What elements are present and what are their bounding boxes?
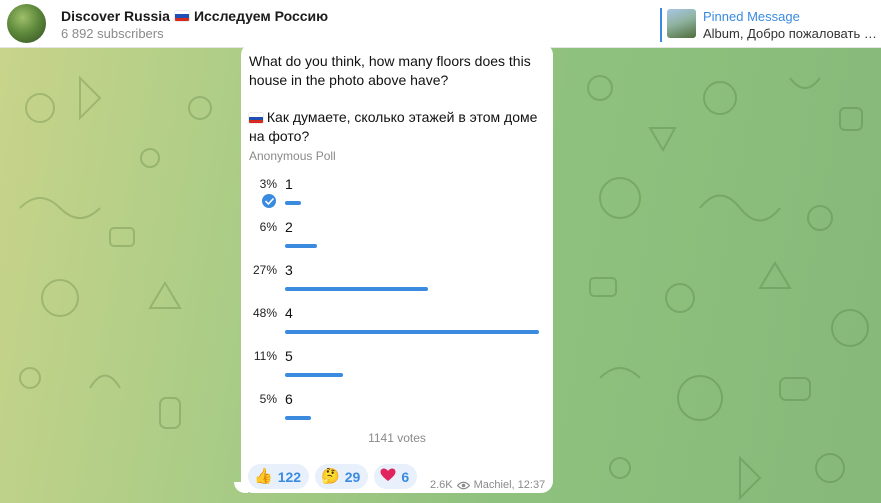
poll-option-bar bbox=[285, 330, 539, 334]
russia-flag-icon bbox=[249, 113, 263, 124]
poll-message-bubble: What do you think, how many floors does … bbox=[241, 43, 553, 493]
poll-option-bar bbox=[285, 373, 343, 377]
poll-option-percent: 11% bbox=[253, 349, 277, 363]
poll-option-bar bbox=[285, 244, 317, 248]
view-count: 2.6K bbox=[430, 479, 453, 491]
poll-question-ru-text: Как думаете, сколько этажей в этом доме … bbox=[249, 109, 538, 144]
eye-icon bbox=[456, 481, 470, 489]
selected-check-icon bbox=[262, 194, 276, 208]
channel-title-en: Discover Russia bbox=[61, 8, 170, 24]
poll-option-percent: 3% bbox=[259, 177, 277, 191]
thinking-face-icon: 🤔 bbox=[321, 467, 340, 485]
poll-option[interactable]: 6% 2 bbox=[241, 219, 553, 260]
poll-option[interactable]: 27% 3 bbox=[241, 262, 553, 303]
pinned-preview-text: Album, Добро пожаловать в ... bbox=[703, 26, 881, 41]
poll-option[interactable]: 11% 5 bbox=[241, 348, 553, 389]
poll-option-label: 5 bbox=[285, 348, 293, 364]
vote-count[interactable]: 1141 votes bbox=[241, 431, 553, 445]
reaction-count: 29 bbox=[344, 468, 361, 485]
poll-option-bar bbox=[285, 287, 428, 291]
reaction-heart[interactable]: 6 bbox=[374, 464, 418, 489]
message-signature: Machiel, 12:37 bbox=[473, 479, 546, 491]
poll-option-bar bbox=[285, 416, 311, 420]
reactions-row: 👍 122 🤔 29 6 bbox=[248, 464, 418, 489]
poll-option-label: 3 bbox=[285, 262, 293, 278]
poll-type-label: Anonymous Poll bbox=[249, 149, 336, 163]
poll-option-percent: 5% bbox=[259, 392, 277, 406]
pinned-message-bar[interactable]: Pinned Message Album, Добро пожаловать в… bbox=[660, 8, 881, 42]
channel-title-ru: Исследуем Россию bbox=[193, 8, 329, 24]
poll-question-ru: Как думаете, сколько этажей в этом доме … bbox=[249, 108, 549, 146]
russia-flag-icon bbox=[174, 11, 189, 21]
poll-option[interactable]: 3% 1 bbox=[241, 176, 553, 217]
reaction-count: 6 bbox=[401, 468, 410, 485]
reaction-count: 122 bbox=[277, 468, 302, 485]
poll-option[interactable]: 48% 4 bbox=[241, 305, 553, 346]
poll-option-label: 2 bbox=[285, 219, 293, 235]
reaction-thumbs-up[interactable]: 👍 122 bbox=[248, 464, 310, 489]
poll-option[interactable]: 5% 6 bbox=[241, 391, 553, 432]
thumbs-up-icon: 👍 bbox=[254, 467, 273, 485]
poll-option-percent: 27% bbox=[252, 263, 277, 277]
chat-header: Discover Russia Исследуем Россию 6 892 s… bbox=[0, 0, 881, 48]
poll-option-bar bbox=[285, 201, 301, 205]
pinned-thumbnail bbox=[667, 9, 696, 38]
poll-option-label: 4 bbox=[285, 305, 293, 321]
poll-option-label: 6 bbox=[285, 391, 293, 407]
poll-option-label: 1 bbox=[285, 176, 293, 192]
subscriber-count: 6 892 subscribers bbox=[61, 26, 164, 41]
poll-option-percent: 48% bbox=[252, 306, 277, 320]
reaction-thinking-face[interactable]: 🤔 29 bbox=[315, 464, 369, 489]
heart-icon bbox=[380, 468, 396, 485]
message-meta: 2.6K Machiel, 12:37 bbox=[430, 479, 545, 491]
poll-option-percent: 6% bbox=[259, 220, 277, 234]
pinned-title: Pinned Message bbox=[703, 9, 800, 24]
poll-question-en: What do you think, how many floors does … bbox=[249, 53, 531, 88]
channel-title[interactable]: Discover Russia Исследуем Россию bbox=[61, 8, 328, 24]
channel-avatar[interactable] bbox=[7, 4, 46, 43]
